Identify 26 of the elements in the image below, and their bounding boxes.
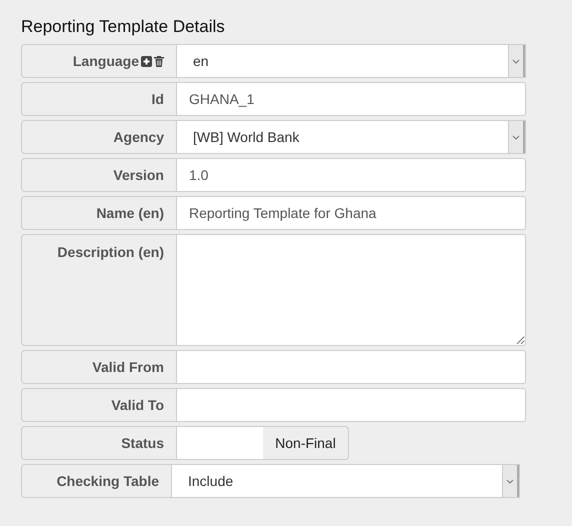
field-label: Language [72,52,139,71]
text-field[interactable]: Reporting Template for Ghana [177,196,526,230]
text-field[interactable] [177,350,526,384]
dropdown-chevron-icon [512,58,520,64]
field-label: Id [152,90,164,108]
dropdown-chevron-icon [506,478,514,484]
field-label: Status [121,434,164,452]
text-area[interactable] [177,234,526,346]
text-field[interactable]: 1.0 [177,158,526,192]
field-label: Description (en) [57,243,164,262]
status-toggle[interactable]: Non-Final [177,426,349,460]
select-field[interactable]: [WB] World Bank [177,120,526,154]
field-label: Valid From [92,358,164,376]
field-label: Valid To [111,396,164,414]
select-field[interactable]: en [177,44,526,78]
field-label: Name (en) [96,204,164,223]
dropdown-chevron-icon [512,134,520,140]
add-icon[interactable] [141,56,152,66]
text-field[interactable] [177,388,526,422]
select-field[interactable]: Include [172,464,520,498]
section-title: Reporting Template Details [21,16,226,38]
text-field[interactable]: GHANA_1 [177,82,526,116]
field-label: Version [113,166,164,184]
field-label: Agency [113,128,164,147]
trash-icon[interactable] [154,56,164,66]
field-label: Checking Table [56,472,159,491]
